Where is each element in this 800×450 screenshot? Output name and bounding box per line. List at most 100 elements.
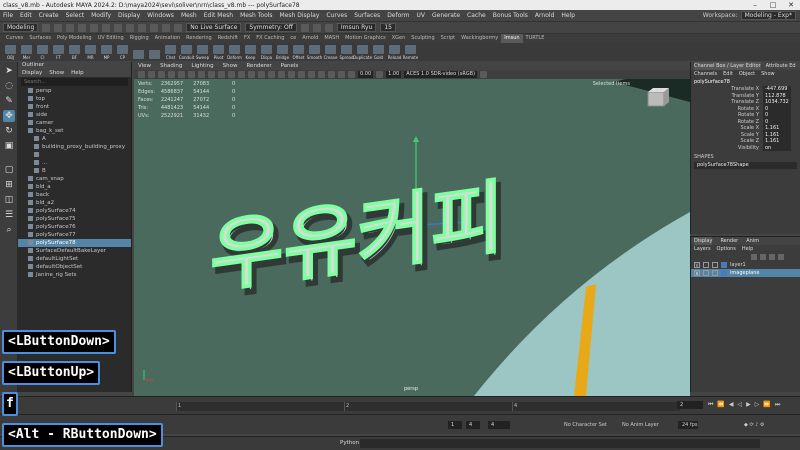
shelf-tab-fx-caching[interactable]: FX Caching	[253, 34, 287, 43]
viewport-menu-shading[interactable]: Shading	[160, 62, 182, 70]
safe-action-icon[interactable]	[228, 71, 235, 78]
shelf-tab-ce[interactable]: ce	[287, 34, 299, 43]
smooth-shade-icon[interactable]	[248, 71, 255, 78]
snap-point-icon[interactable]	[162, 23, 171, 32]
shelf-tool-button[interactable]: Smooth	[307, 44, 322, 60]
le-menu-layers[interactable]: Layers	[694, 245, 711, 253]
shape-node-name[interactable]: polySurface78Shape	[694, 162, 797, 169]
outliner-item[interactable]: polySurface75	[18, 215, 131, 223]
outliner-menu-show[interactable]: Show	[49, 69, 64, 77]
go-to-start-icon[interactable]: ⏮	[708, 401, 713, 409]
menu-mesh[interactable]: Mesh	[181, 12, 197, 19]
menu-file[interactable]: File	[3, 12, 13, 19]
exposure-icon[interactable]	[348, 71, 355, 78]
tab-anim-layers[interactable]: Anim	[746, 237, 759, 245]
shelf-tool-button[interactable]: Conduit	[179, 44, 194, 60]
shelf-tab-fx[interactable]: FX	[241, 34, 253, 43]
ipr-render-icon[interactable]	[312, 23, 321, 32]
snap-view-icon[interactable]	[174, 23, 183, 32]
shelf-tool-button[interactable]: FT	[52, 44, 65, 60]
outliner-item[interactable]: polySurface78	[18, 239, 131, 247]
shelf-tool-button[interactable]: Reload	[388, 44, 401, 60]
shelf-tool-button[interactable]: Keep	[244, 44, 257, 60]
outliner-item[interactable]: building_proxy_building_proxy	[18, 143, 131, 151]
range-end-field[interactable]: 4	[488, 421, 510, 429]
selected-object-name[interactable]: polySurface78	[691, 78, 800, 86]
le-menu-options[interactable]: Options	[717, 245, 736, 253]
scale-tool-icon[interactable]: ▣	[3, 140, 15, 152]
anim-layer-dropdown[interactable]: No Anim Layer	[618, 421, 659, 429]
shelf-tool-button[interactable]: Remote	[403, 44, 418, 60]
viewport-menu-panels[interactable]: Panels	[281, 62, 299, 70]
single-view-icon[interactable]: ▢	[3, 164, 15, 176]
outliner-item[interactable]: bld_a	[18, 183, 131, 191]
shelf-tab-wackingbormy[interactable]: Wackingbormy	[458, 34, 501, 43]
shelf-tool-button[interactable]: Offset	[292, 44, 305, 60]
menu-deform[interactable]: Deform	[387, 12, 409, 19]
layer-visibility-toggle[interactable]: V	[694, 270, 700, 276]
outliner-item[interactable]: side	[18, 111, 131, 119]
new-layer-selected-icon[interactable]	[778, 254, 784, 260]
shelf-tab-turtle[interactable]: TURTLE	[523, 34, 548, 43]
isolate-select-icon[interactable]	[328, 71, 335, 78]
graph-view-icon[interactable]: ⌕	[3, 224, 15, 236]
outliner-item[interactable]: bag_k_set	[18, 127, 131, 135]
shelf-tab-xgen[interactable]: XGen	[389, 34, 409, 43]
outliner-item[interactable]: defaultObjectSet	[18, 263, 131, 271]
snap-grid-icon[interactable]	[138, 23, 147, 32]
move-tool-icon[interactable]: ✥	[3, 110, 15, 122]
shelf-tool-button[interactable]: Deform	[227, 44, 242, 60]
menu-help[interactable]: Help	[561, 12, 575, 19]
cb-menu-show[interactable]: Show	[761, 70, 775, 78]
save-scene-icon[interactable]	[66, 23, 75, 32]
select-component-icon[interactable]	[126, 23, 135, 32]
layer-type-toggle[interactable]	[712, 262, 718, 268]
user-account[interactable]: Imsun Ryu	[336, 23, 377, 32]
command-input[interactable]	[360, 439, 760, 448]
shelf-tool-button[interactable]: Spread	[339, 44, 354, 60]
menu-curves[interactable]: Curves	[326, 12, 347, 19]
cb-menu-edit[interactable]: Edit	[723, 70, 733, 78]
wireframe-icon[interactable]	[238, 71, 245, 78]
outliner-item[interactable]: bld_a2	[18, 199, 131, 207]
image-plane-icon[interactable]	[168, 71, 175, 78]
shelf-tool-button[interactable]: CP	[116, 44, 129, 60]
shelf-tool-button[interactable]	[148, 45, 161, 60]
tab-render-layers[interactable]: Render	[720, 237, 738, 245]
lasso-tool-icon[interactable]: ◌	[3, 80, 15, 92]
undo-icon[interactable]	[78, 23, 87, 32]
outliner-item[interactable]: SurfaceDefaultBakeLayer	[18, 247, 131, 255]
minimize-button[interactable]: –	[746, 1, 764, 9]
outliner-item[interactable]: polySurface77	[18, 231, 131, 239]
shelf-tool-button[interactable]: MP	[100, 44, 113, 60]
shelf-tool-button[interactable]: Sweep	[196, 44, 209, 60]
outliner-item[interactable]: A	[18, 135, 131, 143]
outliner-item[interactable]: B	[18, 167, 131, 175]
shelf-tool-button[interactable]: Dispa	[260, 44, 273, 60]
fps-dropdown[interactable]: 24 fps	[678, 421, 698, 429]
current-frame-field[interactable]: 2	[677, 401, 703, 409]
menu-surfaces[interactable]: Surfaces	[354, 12, 380, 19]
menu-select[interactable]: Select	[66, 12, 85, 19]
ambient-occlusion-icon[interactable]	[308, 71, 315, 78]
redo-icon[interactable]	[90, 23, 99, 32]
layer-type-toggle[interactable]	[712, 270, 718, 276]
shelf-tab-script[interactable]: Script	[438, 34, 459, 43]
xray-icon[interactable]	[268, 71, 275, 78]
gamma-field[interactable]: 1.00	[386, 71, 402, 78]
viewport-menu-show[interactable]: Show	[223, 62, 238, 70]
shelf-tab-curves[interactable]: Curves	[3, 34, 26, 43]
outliner-view-icon[interactable]: ☰	[3, 209, 15, 221]
sound-icon[interactable]: ♪	[755, 422, 758, 428]
camera-select-icon[interactable]	[138, 71, 145, 78]
render-settings-icon[interactable]	[324, 23, 333, 32]
character-set-dropdown[interactable]: No Character Set	[560, 421, 607, 429]
menu-generate[interactable]: Generate	[432, 12, 460, 19]
menu-edit-mesh[interactable]: Edit Mesh	[204, 12, 233, 19]
move-layer-up-icon[interactable]	[751, 254, 757, 260]
shelf-tool-button[interactable]: OBJ	[4, 44, 17, 60]
select-hierarchy-icon[interactable]	[102, 23, 111, 32]
shelf-tab-uv-editing[interactable]: UV Editing	[95, 34, 127, 43]
layer-playback-toggle[interactable]	[703, 262, 709, 268]
outliner-item[interactable]: front	[18, 103, 131, 111]
